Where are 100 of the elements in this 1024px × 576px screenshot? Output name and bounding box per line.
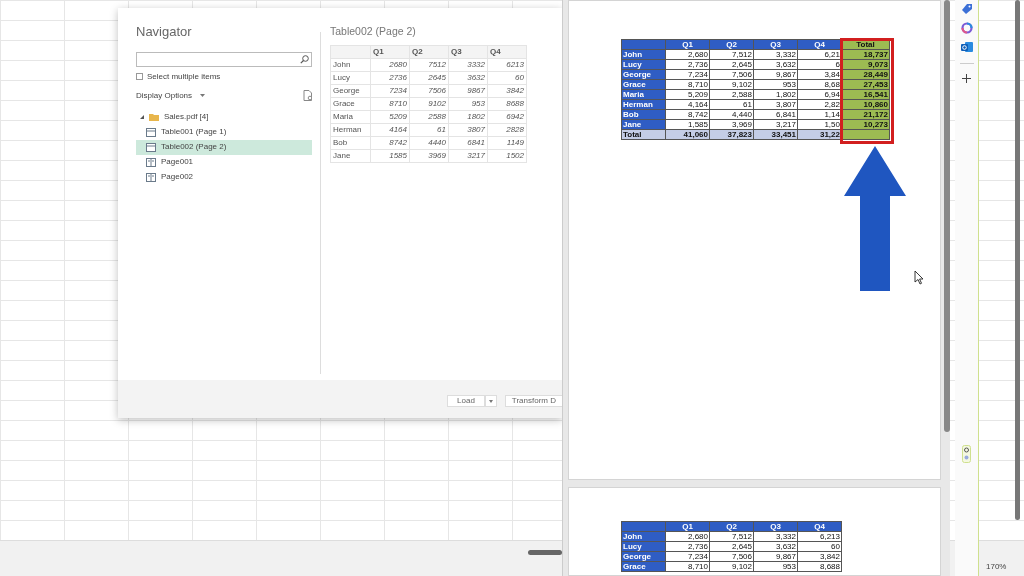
add-icon[interactable] [962, 74, 971, 83]
checkbox[interactable] [136, 73, 143, 80]
tag-icon[interactable] [960, 3, 973, 15]
table-cell: 2,736 [665, 541, 710, 552]
table-cell: 27,453 [841, 79, 890, 90]
row-header: Jane [621, 119, 666, 130]
page-icon [146, 172, 156, 182]
table-cell: 7,512 [709, 49, 754, 60]
table-cell: 3,807 [753, 99, 798, 110]
table-cell: 7,234 [665, 69, 710, 80]
table-cell: 2588 [409, 110, 449, 124]
column-header: Q3 [448, 45, 488, 59]
folder-icon [149, 113, 159, 121]
table-cell: 6841 [448, 136, 488, 150]
table-cell: 3807 [448, 123, 488, 137]
table-cell: 8688 [487, 97, 527, 111]
table-cell: 28,449 [841, 69, 890, 80]
table-cell: 61 [709, 99, 754, 110]
table-cell: 3,632 [753, 59, 798, 70]
table-cell: 2828 [487, 123, 527, 137]
table-cell: 3969 [409, 149, 449, 163]
table-cell: 2680 [370, 58, 410, 72]
tree-folder[interactable]: Sales.pdf [4] [136, 109, 312, 125]
table-cell: 3632 [448, 71, 488, 85]
table-cell: 5209 [370, 110, 410, 124]
table-cell: 2736 [370, 71, 410, 85]
table-cell: 10,860 [841, 99, 890, 110]
table-cell: 8,688 [797, 561, 842, 572]
table-cell: 2,736 [665, 59, 710, 70]
dialog-title: Navigator [136, 23, 193, 41]
tree-item[interactable]: Table001 (Page 1) [136, 124, 312, 140]
table-cell: 31,22 [797, 129, 842, 140]
table-cell: 1802 [448, 110, 488, 124]
table-cell: 3842 [487, 84, 527, 98]
transform-button[interactable]: Transform D [504, 395, 562, 407]
table-cell: 7,234 [665, 551, 710, 562]
row-header: John [621, 49, 666, 60]
search-field[interactable] [136, 51, 312, 67]
table-cell: 8710 [370, 97, 410, 111]
table-icon [146, 127, 156, 137]
table-cell: 3,217 [753, 119, 798, 130]
table-cell: 60 [797, 541, 842, 552]
document-refresh-icon[interactable] [303, 90, 312, 101]
table-cell: 7,506 [709, 551, 754, 562]
table-cell: 21,172 [841, 109, 890, 120]
row-header: George [621, 69, 666, 80]
expand-icon[interactable] [140, 115, 144, 119]
column-header: Q4 [797, 39, 842, 50]
row-header: Grace [621, 79, 666, 90]
row-header: Grace [621, 561, 666, 572]
column-header: Q4 [797, 521, 842, 532]
search-icon[interactable] [300, 54, 309, 64]
table-cell: 1149 [487, 136, 527, 150]
table-cell: 8,742 [665, 109, 710, 120]
checkbox-label: Select multiple items [147, 70, 221, 83]
row-header: Maria [621, 89, 666, 100]
table-cell: 3,332 [753, 49, 798, 60]
table-cell: 6,94 [797, 89, 842, 100]
row-header: Lucy [621, 541, 666, 552]
table-cell: 9,102 [709, 79, 754, 90]
caret-icon [200, 94, 206, 97]
table-cell: 7506 [409, 84, 449, 98]
table-cell: 1,585 [665, 119, 710, 130]
table-cell: 9,867 [753, 551, 798, 562]
table-cell: George [330, 84, 371, 98]
table-cell: 1,50 [797, 119, 842, 130]
table-cell: 37,823 [709, 129, 754, 140]
table-cell: 9102 [409, 97, 449, 111]
table-cell: 8,68 [797, 79, 842, 90]
page-icon [146, 157, 156, 167]
tree-item[interactable]: Table002 (Page 2) [136, 139, 312, 155]
row-header: Lucy [621, 59, 666, 70]
table-cell: Jane [330, 149, 371, 163]
load-button[interactable]: Load [447, 395, 485, 407]
table-cell: 18,737 [841, 49, 890, 60]
caret-icon [488, 399, 493, 403]
row-header: John [621, 531, 666, 542]
table-cell: 6,21 [797, 49, 842, 60]
tree-item[interactable]: Page001 [136, 154, 312, 170]
tree-item[interactable]: Page002 [136, 169, 312, 185]
table-cell: 953 [448, 97, 488, 111]
row-header: George [621, 551, 666, 562]
display-options-dropdown[interactable]: Display Options [136, 89, 206, 102]
row-header: Total [621, 129, 666, 140]
column-header: Q1 [665, 521, 710, 532]
table-cell: 2,680 [665, 49, 710, 60]
column-header: Q3 [753, 39, 798, 50]
table-cell: Bob [330, 136, 371, 150]
table-cell: 33,451 [753, 129, 798, 140]
table-cell: 8,710 [665, 79, 710, 90]
table-cell: 7,506 [709, 69, 754, 80]
column-header: Q2 [409, 45, 449, 59]
table-cell: 3,632 [753, 541, 798, 552]
table-cell: 1,14 [797, 109, 842, 120]
row-header: Herman [621, 99, 666, 110]
table-cell: 9867 [448, 84, 488, 98]
status-icon[interactable] [962, 445, 971, 463]
column-header: Q1 [370, 45, 410, 59]
table-cell: 61 [409, 123, 449, 137]
column-header: Q3 [753, 521, 798, 532]
